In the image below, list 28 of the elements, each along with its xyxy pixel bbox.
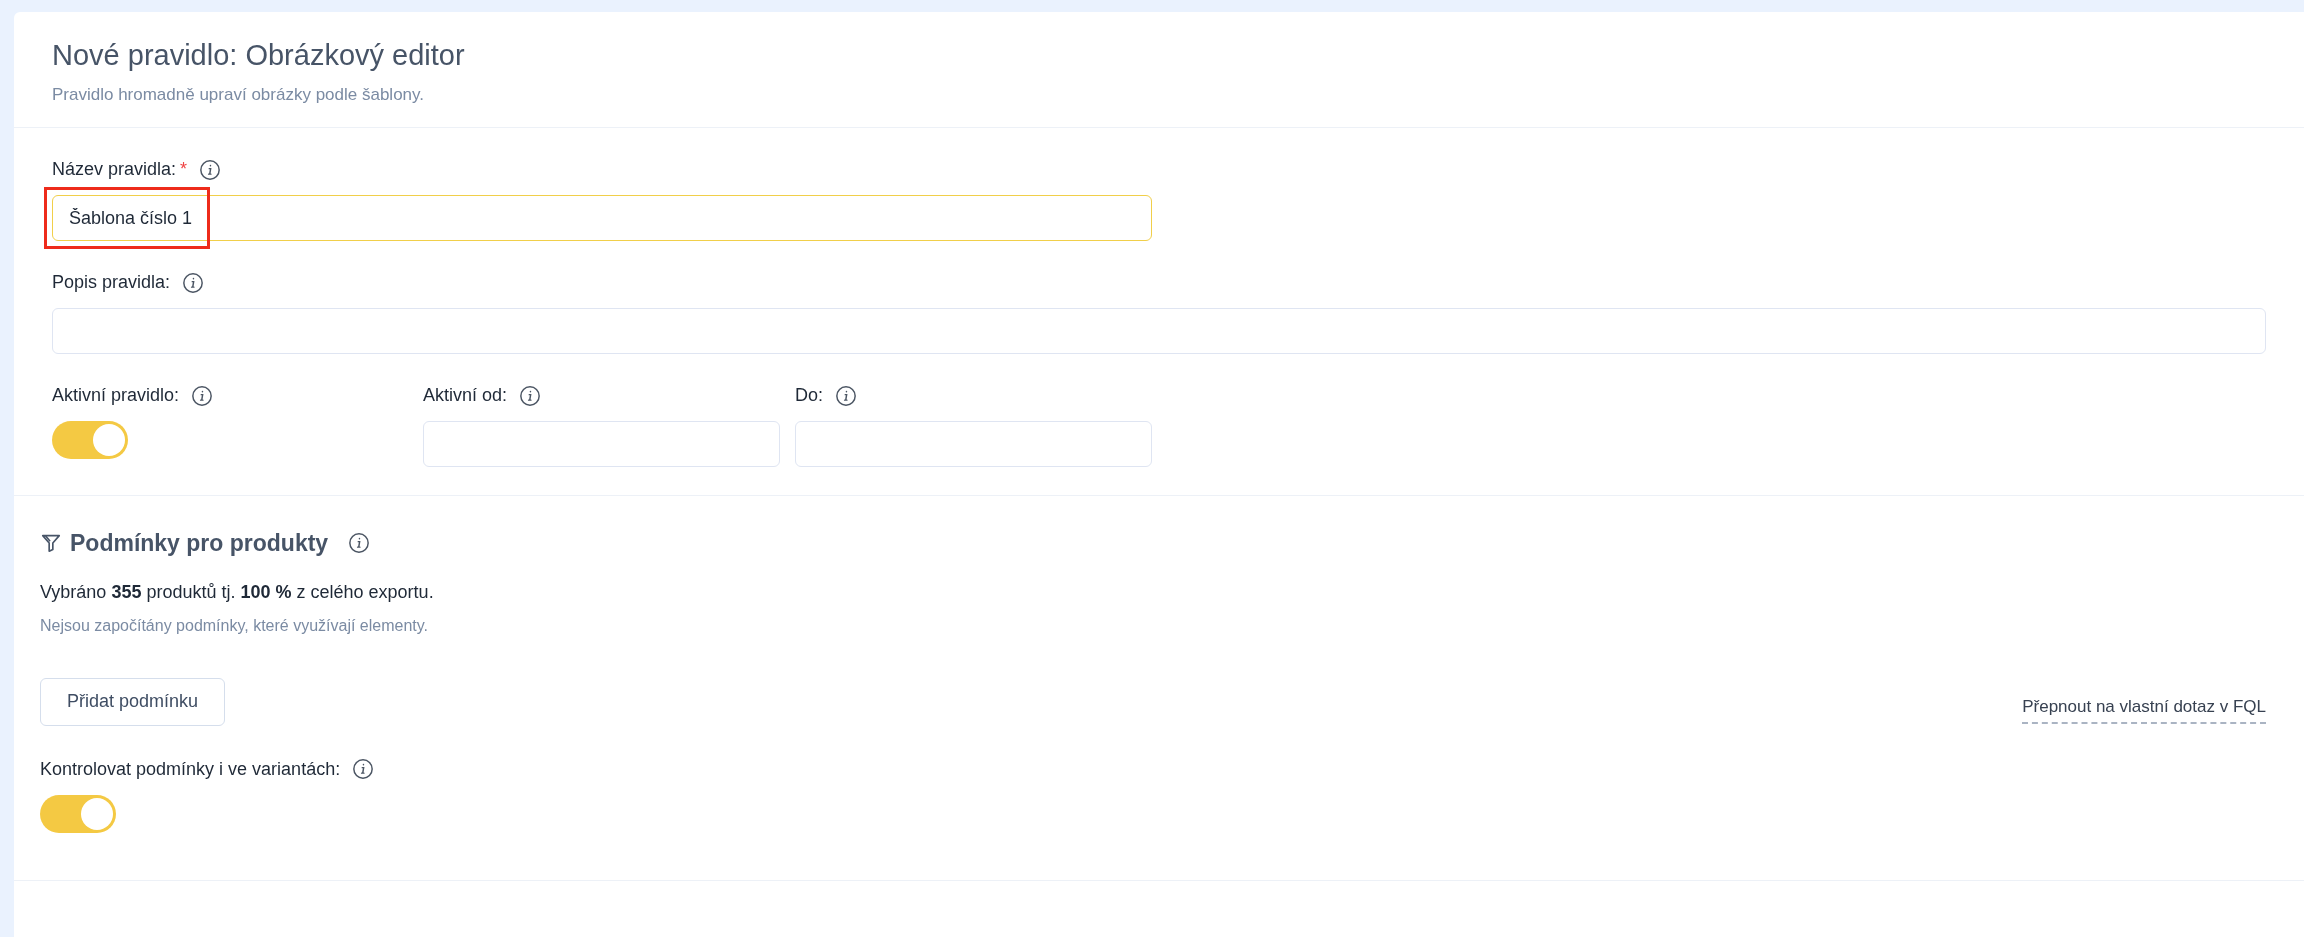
info-icon[interactable] bbox=[348, 532, 371, 555]
add-condition-button[interactable]: Přidat podmínku bbox=[40, 677, 226, 726]
fql-link[interactable]: Přepnout na vlastní dotaz v FQL bbox=[2022, 694, 2266, 724]
info-icon[interactable] bbox=[182, 271, 205, 294]
toggle-switch[interactable] bbox=[40, 794, 116, 833]
field-label: Do: bbox=[795, 384, 823, 407]
input-field[interactable] bbox=[423, 421, 780, 467]
field-label: Popis pravidla: bbox=[52, 271, 171, 294]
filter-icon bbox=[40, 532, 62, 555]
info-icon[interactable] bbox=[199, 158, 222, 181]
info-icon[interactable] bbox=[191, 384, 214, 407]
toggle-switch[interactable] bbox=[52, 421, 128, 459]
field-label: Aktivní od: bbox=[423, 384, 508, 407]
page-subtitle: Pravidlo hromadně upraví obrázky podle šablony. bbox=[52, 83, 425, 106]
summary-note: Nejsou započítány podmínky, které využívají elementy. bbox=[40, 615, 430, 636]
input-field[interactable]: Šablona číslo 1 bbox=[52, 195, 1152, 241]
input-field[interactable] bbox=[795, 421, 1152, 467]
field-label: Aktivní pravidlo: bbox=[52, 384, 180, 407]
field-label: Kontrolovat podmínky i ve variantách: bbox=[40, 757, 341, 781]
info-icon[interactable] bbox=[352, 758, 375, 780]
field-label: Název pravidla: bbox=[52, 158, 177, 181]
info-icon[interactable] bbox=[835, 384, 857, 407]
section-title: Podmínky pro produkty bbox=[70, 529, 329, 558]
selection-summary: Vybráno 355 produktů tj. 100 % z celého exportu. bbox=[40, 580, 435, 604]
info-icon[interactable] bbox=[519, 384, 542, 407]
page-title: Nové pravidlo: Obrázkový editor bbox=[52, 38, 466, 73]
input-field[interactable] bbox=[52, 308, 2266, 354]
required-mark: * bbox=[180, 158, 188, 181]
